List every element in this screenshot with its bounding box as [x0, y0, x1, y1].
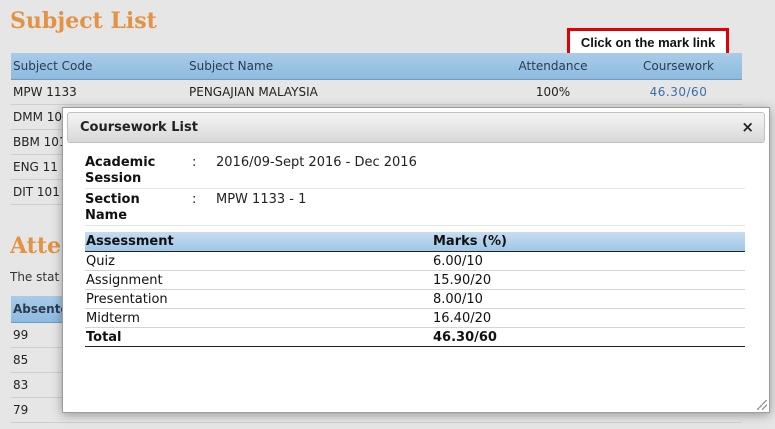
academic-session-value: 2016/09-Sept 2016 - Dec 2016 — [216, 155, 417, 170]
assessment-name: Quiz — [85, 251, 432, 271]
academic-session-label: Academic Session — [85, 155, 156, 186]
column-header-subject-name: Subject Name — [187, 53, 491, 80]
attendance-value: 100% — [491, 79, 615, 105]
attendance-heading: Atte — [10, 233, 62, 259]
section-value: MPW 1133 - 1 — [216, 192, 307, 207]
assessment-marks: 6.00/10 — [432, 251, 745, 271]
assessment-marks: 8.00/10 — [432, 289, 745, 309]
subject-table-header: Subject Code Subject Name Attendance Cou… — [11, 53, 742, 80]
colon: : — [192, 192, 197, 207]
total-label: Total — [85, 327, 432, 347]
assessment-marks: 16.40/20 — [432, 308, 745, 328]
table-row: Presentation 8.00/10 — [85, 289, 745, 309]
table-row: Assignment 15.90/20 — [85, 270, 745, 290]
assessment-name: Presentation — [85, 289, 432, 309]
modal-header[interactable]: Coursework List × — [67, 112, 765, 143]
close-icon[interactable]: × — [741, 118, 754, 136]
subject-name: PENGAJIAN MALAYSIA — [187, 79, 491, 105]
page-title: Subject List — [10, 8, 157, 34]
table-row: Midterm 16.40/20 — [85, 308, 745, 328]
table-row: Quiz 6.00/10 — [85, 251, 745, 271]
colon: : — [192, 155, 197, 170]
divider — [85, 225, 745, 226]
divider — [85, 188, 745, 189]
marks-table: Assessment Marks (%) Quiz 6.00/10 Assign… — [85, 232, 745, 347]
assessment-name: Midterm — [85, 308, 432, 328]
total-value: 46.30/60 — [432, 327, 745, 347]
subject-code: MPW 1133 — [11, 79, 187, 105]
total-row: Total 46.30/60 — [85, 327, 745, 347]
column-header-assessment: Assessment — [85, 232, 432, 252]
column-header-marks: Marks (%) — [432, 232, 745, 252]
table-row: MPW 1133 PENGAJIAN MALAYSIA 100% 46.30/6… — [11, 79, 742, 105]
assessment-name: Assignment — [85, 270, 432, 290]
column-header-coursework: Coursework — [615, 53, 742, 80]
modal-title: Coursework List — [80, 120, 198, 135]
attendance-text: The stat — [10, 270, 60, 284]
assessment-marks: 15.90/20 — [432, 270, 745, 290]
coursework-modal: Coursework List × Academic Session : 201… — [62, 107, 770, 413]
section-label: Section Name — [85, 192, 140, 223]
coursework-mark-link[interactable]: 46.30/60 — [650, 85, 708, 99]
resize-grip-icon[interactable] — [757, 400, 767, 410]
column-header-attendance: Attendance — [491, 53, 615, 80]
column-header-subject-code: Subject Code — [11, 53, 187, 80]
